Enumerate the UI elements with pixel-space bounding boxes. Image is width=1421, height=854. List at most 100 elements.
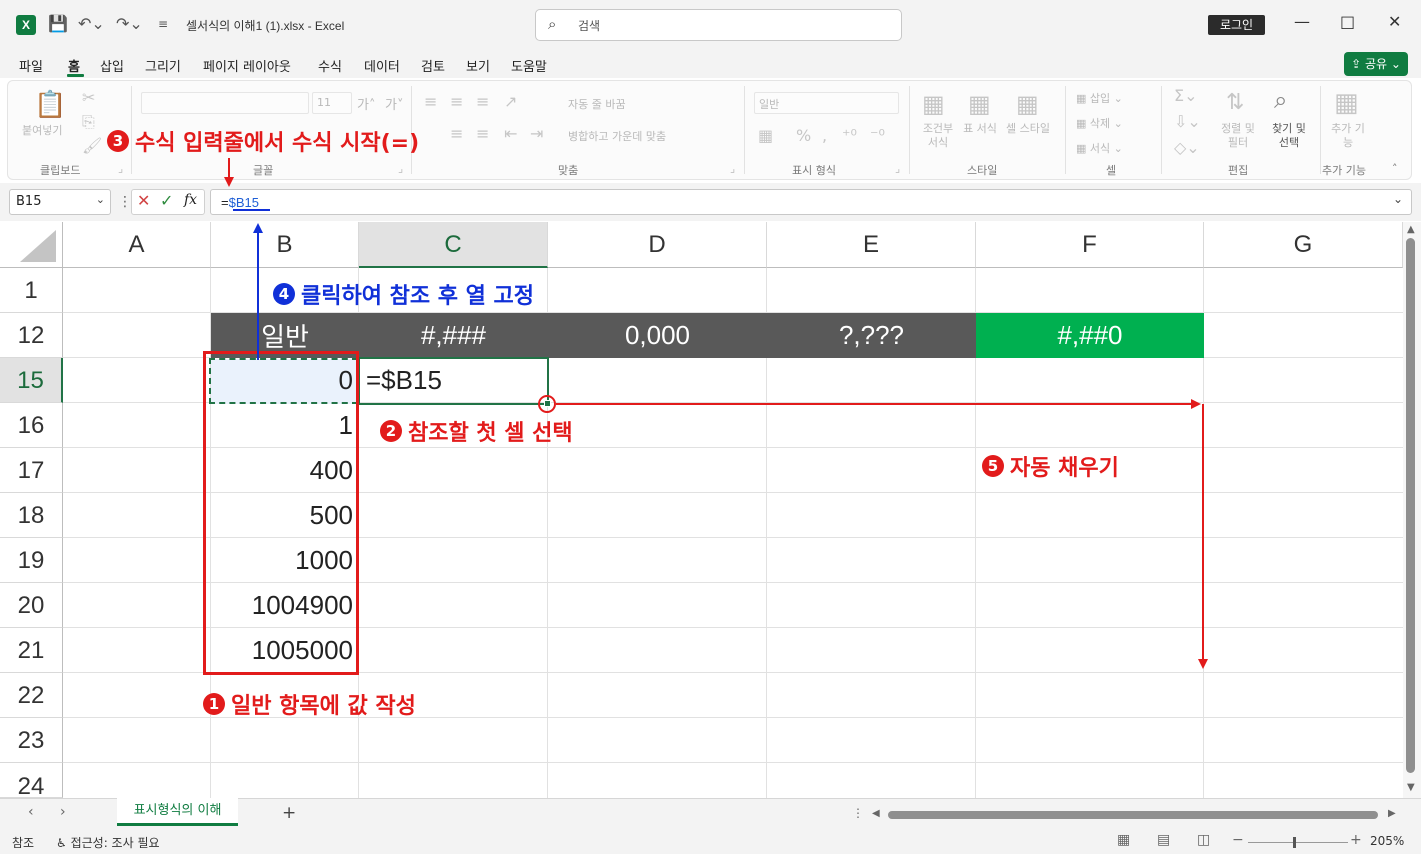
cell-f12[interactable]: #,##0 [976,313,1204,358]
row-header-12[interactable]: 12 [0,313,63,358]
menu-draw[interactable]: 그리기 [145,56,181,75]
close-icon[interactable]: ✕ [1388,12,1401,31]
row-header-23[interactable]: 23 [0,718,63,763]
zoom-slider-thumb[interactable] [1293,837,1296,848]
page-break-view-icon[interactable]: ◫ [1197,832,1210,848]
more-options-icon[interactable]: ⋮ [118,194,132,210]
decrease-font-icon[interactable]: 가˅ [385,94,403,113]
cell-d12[interactable]: 0,000 [548,313,767,358]
number-format-select[interactable]: 일반 [754,92,899,114]
menu-page-layout[interactable]: 페이지 레이아웃 [203,56,291,75]
minimize-icon[interactable]: — [1294,12,1310,31]
search-input[interactable]: ⌕ 검색 [535,9,902,41]
percent-icon[interactable]: % [796,126,811,145]
font-size-select[interactable]: 11 [312,92,352,114]
normal-view-icon[interactable]: ▦ [1117,832,1130,848]
formula-input[interactable] [210,189,1412,215]
orientation-icon[interactable]: ↗ [504,92,517,111]
menu-help[interactable]: 도움말 [511,56,547,75]
add-ins-label[interactable]: 추가 기능 [1330,122,1366,150]
undo-icon[interactable]: ↶⌄ [78,14,105,33]
fill-icon[interactable]: ⇩⌄ [1174,112,1201,131]
maximize-icon[interactable]: □ [1340,12,1355,31]
page-layout-view-icon[interactable]: ▤ [1157,832,1170,848]
login-button[interactable]: 로그인 [1208,15,1265,35]
font-name-select[interactable] [141,92,309,114]
prev-sheet-icon[interactable]: ‹ [28,804,34,820]
scroll-left-icon[interactable]: ◀ [872,808,880,819]
collapse-ribbon-icon[interactable]: ˄ [1392,162,1398,175]
column-header-c[interactable]: C [359,222,548,268]
row-header-21[interactable]: 21 [0,628,63,673]
find-select-label[interactable]: 찾기 및 선택 [1266,122,1312,150]
cell-e12[interactable]: ?,??? [767,313,976,358]
zoom-slider[interactable] [1248,842,1348,843]
menu-data[interactable]: 데이터 [364,56,400,75]
paste-icon[interactable]: 📋 [34,90,66,120]
align-center-icon[interactable]: ≡ [450,124,463,143]
menu-view[interactable]: 보기 [466,56,490,75]
format-painter-icon[interactable]: 🖌 [82,136,102,155]
clear-icon[interactable]: ◇⌄ [1174,138,1200,157]
customize-qat-icon[interactable]: ≡ [158,17,168,31]
vertical-scroll-thumb[interactable] [1406,238,1415,773]
autosum-icon[interactable]: Σ⌄ [1174,86,1198,105]
clipboard-launcher-icon[interactable]: ⌟ [118,162,123,175]
row-header-16[interactable]: 16 [0,403,63,448]
row-header-20[interactable]: 20 [0,583,63,628]
name-box[interactable]: B15 ⌄ [9,189,111,215]
font-launcher-icon[interactable]: ⌟ [398,162,403,175]
zoom-level[interactable]: 205% [1370,834,1404,848]
expand-formula-bar-icon[interactable]: ⌄ [1393,192,1403,206]
tab-split-handle-icon[interactable]: ⋮ [852,806,864,820]
increase-indent-icon[interactable]: ⇥ [530,124,543,143]
paste-label[interactable]: 붙여넣기 [22,122,62,138]
increase-font-icon[interactable]: 가˄ [357,94,375,113]
find-select-icon[interactable]: ⌕ [1274,86,1287,114]
format-as-table-label[interactable]: 표 서식 [962,122,998,136]
merge-center-button[interactable]: 병합하고 가운데 맞춤 [568,128,666,144]
column-header-d[interactable]: D [548,222,767,268]
row-header-24[interactable]: 24 [0,763,63,798]
conditional-format-icon[interactable]: ▦ [922,90,945,118]
delete-cells-button[interactable]: ▦ 삭제 ⌄ [1076,115,1123,131]
cell-c12[interactable]: #,### [359,313,548,358]
column-header-f[interactable]: F [976,222,1204,268]
increase-decimal-icon[interactable]: ⁺⁰ [842,126,857,145]
scroll-right-icon[interactable]: ▶ [1388,808,1396,819]
horizontal-scroll-thumb[interactable] [888,811,1378,819]
sort-filter-label[interactable]: 정렬 및 필터 [1218,122,1258,150]
align-right-icon[interactable]: ≡ [476,124,489,143]
next-sheet-icon[interactable]: › [60,804,66,820]
comma-style-icon[interactable]: , [822,126,827,145]
menu-review[interactable]: 검토 [421,56,445,75]
scroll-down-icon[interactable]: ▼ [1407,782,1415,793]
cell-styles-icon[interactable]: ▦ [1016,90,1039,118]
row-header-18[interactable]: 18 [0,493,63,538]
align-bottom-icon[interactable]: ≡ [476,92,489,111]
enter-icon[interactable]: ✓ [160,191,173,210]
insert-function-icon[interactable]: fx [184,192,197,208]
row-header-22[interactable]: 22 [0,673,63,718]
insert-cells-button[interactable]: ▦ 삽입 ⌄ [1076,90,1123,106]
column-header-a[interactable]: A [63,222,211,268]
accessibility-status[interactable]: ♿ 접근성: 조사 필요 [56,834,160,851]
format-as-table-icon[interactable]: ▦ [968,90,991,118]
select-all-triangle-icon[interactable] [20,230,56,262]
chevron-down-icon[interactable]: ⌄ [96,193,105,206]
column-header-e[interactable]: E [767,222,976,268]
number-launcher-icon[interactable]: ⌟ [895,162,900,175]
row-header-19[interactable]: 19 [0,538,63,583]
decrease-indent-icon[interactable]: ⇤ [504,124,517,143]
add-ins-icon[interactable]: ▦ [1334,88,1359,118]
sheet-tab-active[interactable]: 표시형식의 이해 [117,798,238,826]
menu-formulas[interactable]: 수식 [318,56,342,75]
zoom-out-icon[interactable]: − [1232,832,1244,848]
copy-icon[interactable]: ⎘ [82,112,95,132]
align-top-icon[interactable]: ≡ [424,92,437,111]
sort-filter-icon[interactable]: ⇅ [1226,90,1244,115]
accounting-format-icon[interactable]: ▦ [758,126,773,145]
row-header-17[interactable]: 17 [0,448,63,493]
format-cells-button[interactable]: ▦ 서식 ⌄ [1076,140,1123,156]
menu-home[interactable]: 홈 [68,56,80,75]
